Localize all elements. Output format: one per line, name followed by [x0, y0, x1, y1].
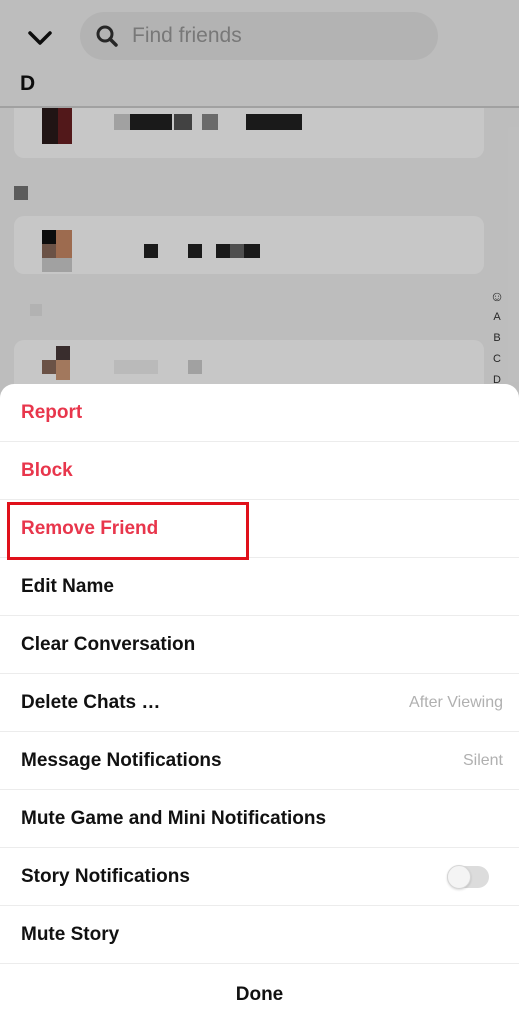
report-label: Report	[21, 401, 83, 423]
edit-name-button[interactable]: Edit Name	[0, 558, 519, 616]
message-notifications-button[interactable]: Message Notifications Silent	[0, 732, 519, 790]
delete-chats-button[interactable]: Delete Chats … After Viewing	[0, 674, 519, 732]
mute-story-label: Mute Story	[21, 923, 120, 945]
story-notifications-toggle[interactable]	[447, 864, 489, 889]
mute-game-notifications-button[interactable]: Mute Game and Mini Notifications	[0, 790, 519, 848]
message-notifications-value: Silent	[462, 751, 503, 769]
mute-story-button[interactable]: Mute Story	[0, 906, 519, 964]
toggle-knob	[447, 864, 471, 889]
clear-conversation-label: Clear Conversation	[21, 633, 196, 655]
message-notifications-label: Message Notifications	[21, 749, 222, 771]
done-button[interactable]: Done	[0, 966, 519, 1024]
clear-conversation-button[interactable]: Clear Conversation	[0, 616, 519, 674]
edit-name-label: Edit Name	[21, 575, 114, 597]
story-notifications-label: Story Notifications	[21, 865, 190, 887]
delete-chats-label: Delete Chats …	[21, 691, 161, 713]
highlight-annotation	[7, 502, 249, 560]
story-notifications-row: Story Notifications	[0, 848, 519, 906]
block-button[interactable]: Block	[0, 442, 519, 500]
block-label: Block	[21, 459, 73, 481]
delete-chats-value: After Viewing	[409, 693, 503, 711]
report-button[interactable]: Report	[0, 384, 519, 442]
mute-game-notifications-label: Mute Game and Mini Notifications	[21, 807, 327, 829]
